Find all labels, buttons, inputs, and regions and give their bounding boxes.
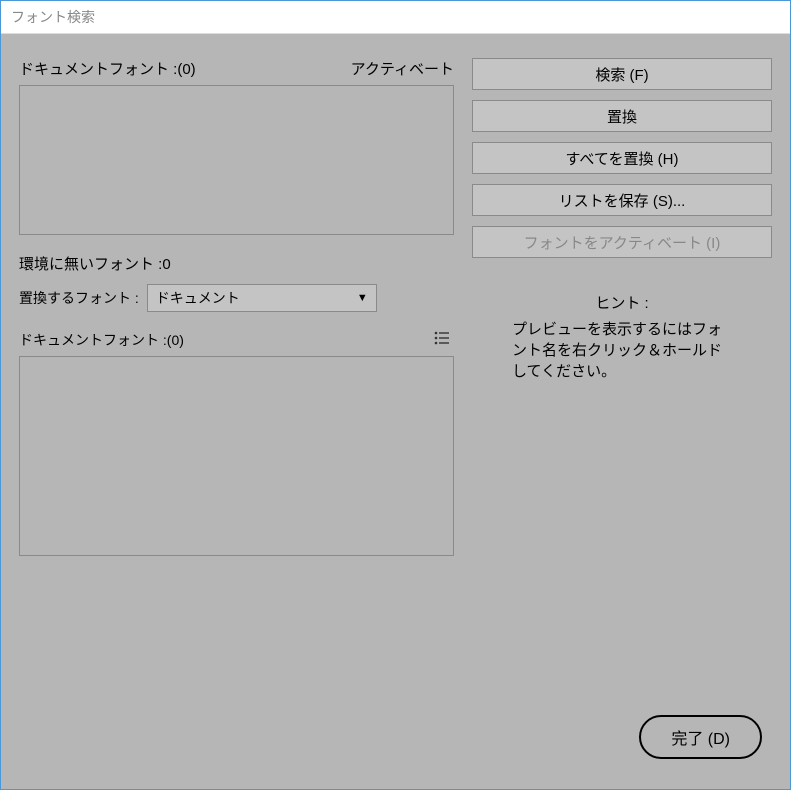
select-value: ドキュメント (156, 288, 240, 308)
replace-source-select[interactable]: ドキュメント ▼ (147, 284, 377, 312)
replace-with-row: 置換するフォント : ドキュメント ▼ (19, 284, 454, 312)
activate-header: アクティベート (351, 58, 454, 79)
replace-all-button[interactable]: すべてを置換 (H) (472, 142, 772, 174)
replace-button[interactable]: 置換 (472, 100, 772, 132)
done-button[interactable]: 完了 (D) (639, 715, 762, 759)
right-column: 検索 (F) 置換 すべてを置換 (H) リストを保存 (S)... フォントを… (472, 58, 772, 771)
activate-font-button: フォントをアクティベート (I) (472, 226, 772, 258)
replace-with-label: 置換するフォント : (19, 288, 139, 308)
save-list-button[interactable]: リストを保存 (S)... (472, 184, 772, 216)
replacement-fonts-header: ドキュメントフォント :(0) (19, 330, 454, 350)
doc-fonts-label-2: ドキュメントフォント :(0) (19, 330, 184, 350)
left-column: ドキュメントフォント :(0) アクティベート 環境に無いフォント :0 置換す… (19, 58, 454, 771)
missing-fonts-label: 環境に無いフォント :0 (19, 253, 454, 274)
doc-fonts-label: ドキュメントフォント :(0) (19, 58, 196, 79)
font-search-dialog: フォント検索 ドキュメントフォント :(0) アクティベート 環境に無いフォント… (0, 0, 791, 790)
hint-text: プレビューを表示するにはフォント名を右クリック＆ホールドしてください。 (472, 319, 772, 382)
window-title: フォント検索 (1, 1, 790, 34)
dialog-content: ドキュメントフォント :(0) アクティベート 環境に無いフォント :0 置換す… (1, 34, 790, 789)
hint-title: ヒント : (472, 292, 772, 313)
replacement-fonts-listbox[interactable] (19, 356, 454, 556)
search-button[interactable]: 検索 (F) (472, 58, 772, 90)
doc-fonts-listbox[interactable] (19, 85, 454, 235)
hint-block: ヒント : プレビューを表示するにはフォント名を右クリック＆ホールドしてください… (472, 292, 772, 382)
chevron-down-icon: ▼ (357, 292, 368, 304)
doc-fonts-header: ドキュメントフォント :(0) アクティベート (19, 58, 454, 79)
list-view-icon[interactable] (434, 331, 454, 350)
